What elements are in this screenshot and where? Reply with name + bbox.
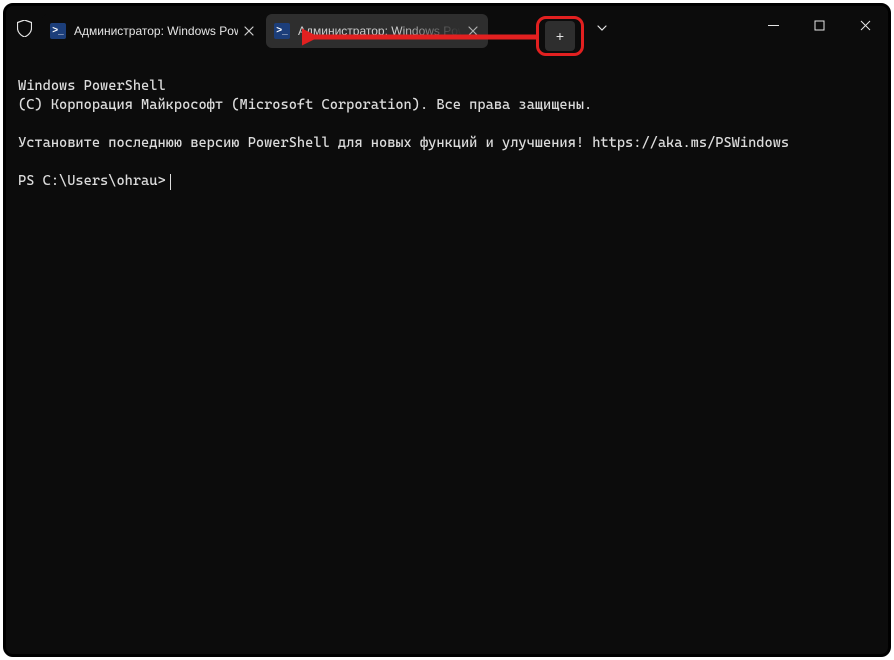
tab-1-close-icon[interactable]	[240, 22, 258, 40]
powershell-icon: >_	[274, 23, 290, 39]
text-cursor	[170, 174, 171, 190]
terminal-line: Windows PowerShell	[18, 78, 166, 94]
admin-shield-icon	[12, 6, 36, 50]
tab-1[interactable]: >_ Администратор: Windows PowerShell	[42, 14, 264, 48]
tab-2-title: Администратор: Windows PowerShell	[298, 24, 462, 38]
terminal-line: (C) Корпорация Майкрософт (Microsoft Cor…	[18, 97, 592, 113]
new-tab-button[interactable]: +	[545, 21, 575, 51]
minimize-button[interactable]	[750, 6, 796, 44]
window-controls	[750, 6, 888, 44]
tab-1-title: Администратор: Windows PowerShell	[74, 24, 238, 38]
tab-2-close-icon[interactable]	[464, 22, 482, 40]
terminal-window: >_ Администратор: Windows PowerShell >_ …	[3, 3, 891, 657]
terminal-prompt: PS C:\Users\ohrau>	[18, 172, 166, 191]
title-bar: >_ Администратор: Windows PowerShell >_ …	[6, 6, 888, 50]
maximize-button[interactable]	[796, 6, 842, 44]
terminal-line: Установите последнюю версию PowerShell д…	[18, 135, 789, 151]
close-button[interactable]	[842, 6, 888, 44]
terminal-body[interactable]: Windows PowerShell (C) Корпорация Майкро…	[6, 50, 888, 241]
powershell-icon: >_	[50, 23, 66, 39]
tab-2[interactable]: >_ Администратор: Windows PowerShell	[266, 14, 488, 48]
new-tab-dropdown[interactable]	[590, 6, 614, 50]
